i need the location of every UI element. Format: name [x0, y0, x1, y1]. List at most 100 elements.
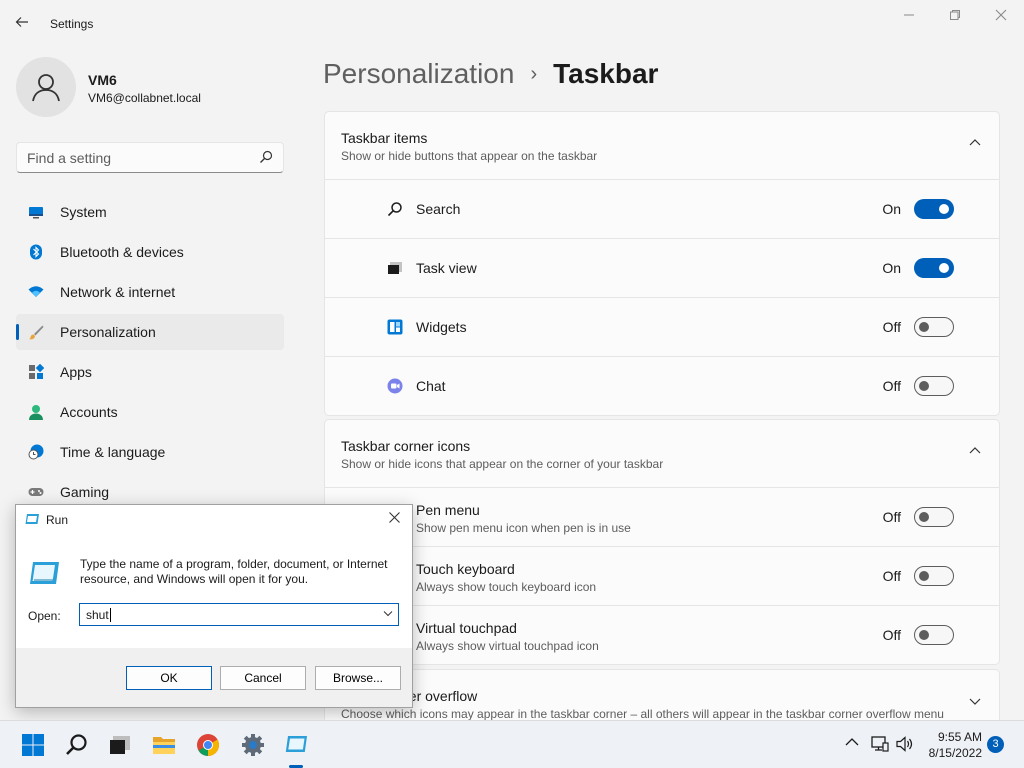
text-cursor [109, 608, 111, 622]
task-view-icon[interactable] [108, 733, 132, 757]
chevron-down-icon[interactable] [969, 698, 981, 706]
minimize-button[interactable] [897, 8, 921, 28]
sidebar-item-label: System [60, 204, 107, 220]
touch-keyboard-toggle[interactable] [914, 566, 954, 586]
setting-label: Touch keyboard [416, 561, 515, 577]
sidebar-item-bluetooth[interactable]: Bluetooth & devices [16, 234, 284, 270]
run-title-bar[interactable]: Run [16, 505, 412, 535]
title-bar: Settings [0, 0, 1024, 48]
setting-label: Virtual touchpad [416, 620, 517, 636]
chevron-up-icon[interactable] [969, 446, 981, 454]
user-name: VM6 [88, 72, 117, 88]
setting-row-task-view: Task view On [325, 239, 999, 298]
browse-button[interactable]: Browse... [315, 666, 401, 690]
chat-icon [387, 378, 403, 394]
sidebar-item-apps[interactable]: Apps [16, 354, 284, 390]
user-email: VM6@collabnet.local [88, 91, 201, 105]
network-icon[interactable] [871, 736, 889, 752]
user-icon [32, 74, 60, 102]
close-icon [388, 512, 400, 523]
run-dialog-title: Run [46, 513, 69, 527]
run-app-icon[interactable] [284, 733, 308, 757]
setting-row-search: Search On [325, 180, 999, 239]
section-title: Taskbar corner icons [341, 438, 471, 454]
section-subtitle: Show or hide buttons that appear on the … [341, 149, 598, 163]
file-explorer-icon[interactable] [152, 733, 176, 757]
run-close-button[interactable] [384, 510, 404, 528]
sidebar-item-time-language[interactable]: Time & language [16, 434, 284, 470]
sidebar-item-label: Apps [60, 364, 92, 380]
setting-description: Show pen menu icon when pen is in use [416, 521, 631, 535]
cancel-button[interactable]: Cancel [220, 666, 306, 690]
setting-description: Always show virtual touchpad icon [416, 639, 599, 653]
setting-label: Search [416, 201, 461, 217]
brush-icon [29, 325, 44, 340]
toggle-state: On [882, 260, 901, 276]
toggle-state: Off [882, 378, 901, 394]
taskbar-items-header[interactable]: Taskbar items Show or hide buttons that … [325, 112, 999, 180]
virtual-touchpad-toggle[interactable] [914, 625, 954, 645]
breadcrumb-separator: › [530, 62, 538, 85]
maximize-button[interactable] [943, 8, 967, 28]
volume-icon[interactable] [896, 736, 914, 752]
pen-menu-toggle[interactable] [914, 507, 954, 527]
sidebar-item-personalization[interactable]: Personalization [16, 314, 284, 350]
section-title: ner overflow [401, 688, 478, 704]
run-description: Type the name of a program, folder, docu… [80, 557, 388, 586]
sidebar-item-accounts[interactable]: Accounts [16, 394, 284, 430]
sidebar-item-system[interactable]: System [16, 194, 284, 230]
run-app-icon [25, 514, 39, 524]
search-input[interactable] [17, 143, 247, 172]
clock-time[interactable]: 9:55 AM [930, 730, 982, 744]
system-icon [29, 207, 43, 219]
avatar[interactable] [16, 57, 76, 117]
search-box [16, 142, 284, 173]
notification-badge[interactable]: 3 [987, 736, 1004, 753]
toggle-state: Off [882, 568, 901, 584]
setting-label: Chat [416, 378, 446, 394]
breadcrumb-parent[interactable]: Personalization [323, 58, 514, 90]
clock-date[interactable]: 8/15/2022 [922, 746, 982, 760]
chevron-up-icon[interactable] [969, 138, 981, 146]
minimize-icon [904, 14, 914, 16]
bluetooth-icon [30, 244, 42, 260]
accounts-icon [29, 405, 43, 420]
app-title: Settings [50, 17, 94, 31]
windows-start-icon[interactable] [21, 733, 45, 757]
wifi-icon [28, 286, 44, 297]
sidebar-nav: System Bluetooth & devices Network & int… [16, 194, 284, 514]
sidebar-item-label: Network & internet [60, 284, 176, 300]
run-dialog-body: Type the name of a program, folder, docu… [16, 535, 412, 648]
back-arrow-icon [15, 17, 28, 27]
taskbar-search-icon[interactable] [65, 733, 89, 757]
ok-button[interactable]: OK [126, 666, 212, 690]
close-button[interactable] [989, 8, 1013, 28]
taskbar: 9:55 AM 8/15/2022 3 [0, 720, 1024, 768]
section-subtitle: Choose which icons may appear in the tas… [341, 707, 944, 721]
sidebar-item-label: Time & language [60, 444, 166, 460]
close-icon [995, 9, 1007, 21]
sidebar-item-label: Bluetooth & devices [60, 244, 184, 260]
settings-gear-icon[interactable] [241, 733, 265, 757]
setting-label: Pen menu [416, 502, 480, 518]
sidebar-item-network[interactable]: Network & internet [16, 274, 284, 310]
search-toggle[interactable] [914, 199, 954, 219]
chat-toggle[interactable] [914, 376, 954, 396]
corner-icons-header[interactable]: Taskbar corner icons Show or hide icons … [325, 420, 999, 488]
run-command-input[interactable]: shut [79, 603, 399, 626]
task-view-toggle[interactable] [914, 258, 954, 278]
chevron-down-icon[interactable] [382, 607, 394, 619]
chevron-up-icon[interactable] [845, 737, 859, 747]
sidebar-item-label: Gaming [60, 484, 110, 500]
page-title: Taskbar [553, 58, 659, 89]
chrome-icon[interactable] [196, 733, 220, 757]
setting-row-touch-keyboard: Touch keyboard Always show touch keyboar… [325, 547, 999, 606]
search-icon[interactable] [259, 150, 273, 167]
setting-row-virtual-touchpad: Virtual touchpad Always show virtual tou… [325, 606, 999, 665]
clock-globe-icon [28, 444, 44, 460]
run-program-icon [30, 562, 59, 584]
apps-icon [29, 364, 44, 379]
back-button[interactable] [14, 14, 34, 34]
run-dialog: Run Type the name of a program, folder, … [15, 504, 413, 708]
widgets-toggle[interactable] [914, 317, 954, 337]
